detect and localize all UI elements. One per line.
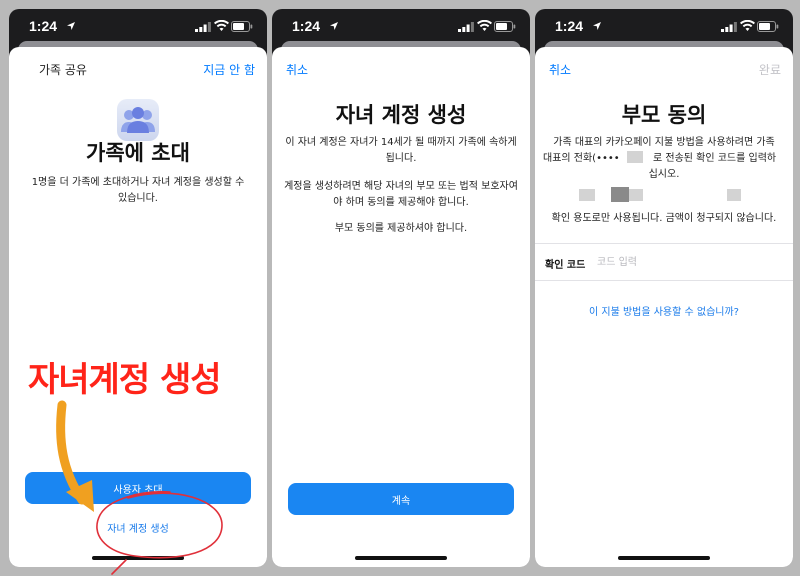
modal-sheet: 취소 자녀 계정 생성 이 자녀 계정은 자녀가 14세가 될 때까지 가족에 … [272, 47, 530, 567]
cellular-signal-icon [458, 22, 474, 32]
location-arrow-icon [330, 22, 338, 30]
modal-sheet: 가족 공유 지금 안 함 가족에 초대 1명을 더 가족에 초대하거나 자녀 계… [9, 47, 267, 567]
status-time: 1:24 [29, 18, 58, 34]
cancel-button[interactable]: 취소 [286, 61, 308, 78]
redacted-info [629, 189, 643, 201]
create-child-account-link[interactable]: 자녀 계정 생성 [9, 520, 267, 535]
nav-title: 가족 공유 [39, 63, 87, 77]
description-line-3: 십시오. [648, 169, 680, 180]
page-title: 가족에 초대 [86, 141, 190, 165]
billing-note: 확인 용도로만 사용됩니다. 금액이 청구되지 않습니다. [551, 213, 777, 224]
location-arrow-icon [593, 22, 601, 30]
cellular-signal-icon [721, 22, 737, 32]
home-indicator [92, 556, 184, 560]
payment-method-unavailable-link[interactable]: 이 지불 방법을 사용할 수 없습니까? [535, 303, 793, 318]
redacted-phone-number [627, 151, 643, 163]
description-line-2-end: 로 전송된 확인 코드를 입력하 [653, 153, 777, 164]
modal-sheet: 취소 완료 부모 동의 가족 대표의 카카오페이 지불 방법을 사용하려면 가족… [535, 47, 793, 567]
phone-screen-family-invite: 1:24 가족 공유 지금 안 함 가족에 초대 1명을 더 가족에 초대하거나… [9, 9, 267, 567]
status-bar: 1:24 [9, 9, 267, 45]
status-time: 1:24 [555, 18, 584, 34]
phone-screen-parental-consent: 1:24 취소 완료 부모 동의 가족 대표의 카카오페이 지불 방법을 사용하… [535, 9, 793, 567]
home-indicator [355, 556, 447, 560]
invite-user-button[interactable]: 사용자 초대 [25, 472, 251, 504]
page-title: 부모 동의 [621, 103, 707, 127]
wifi-icon [214, 20, 229, 31]
description-line-2-start: 대표의 전화(•••• [543, 153, 620, 164]
redacted-info [727, 189, 741, 201]
continue-button[interactable]: 계속 [288, 483, 514, 515]
description-text: 1명을 더 가족에 초대하거나 자녀 계정을 생성할 수 있습니다. [31, 177, 245, 204]
description-paragraph-1: 이 자녀 계정은 자녀가 14세가 될 때까지 가족에 속하게 됩니다. [285, 137, 517, 164]
cancel-button[interactable]: 취소 [549, 61, 571, 78]
done-button[interactable]: 완료 [759, 61, 781, 78]
family-sharing-icon [117, 99, 159, 141]
page-title: 자녀 계정 생성 [335, 103, 467, 127]
battery-icon [231, 21, 253, 32]
description-paragraph-3: 부모 동의를 제공하셔야 합니다. [334, 223, 468, 234]
verification-code-input[interactable] [597, 252, 767, 272]
redacted-info [611, 187, 629, 202]
status-time: 1:24 [292, 18, 321, 34]
cellular-signal-icon [195, 22, 211, 32]
wifi-icon [477, 20, 492, 31]
battery-icon [494, 21, 516, 32]
phone-screen-create-child-account: 1:24 취소 자녀 계정 생성 이 자녀 계정은 자녀가 14세가 될 때까지… [272, 9, 530, 567]
description-line-1: 가족 대표의 카카오페이 지불 방법을 사용하려면 가족 [553, 137, 775, 148]
home-indicator [618, 556, 710, 560]
status-bar: 1:24 [535, 9, 793, 45]
annotation-label: 자녀계정 생성 [26, 358, 225, 403]
wifi-icon [740, 20, 755, 31]
battery-icon [757, 21, 779, 32]
divider [535, 243, 793, 244]
location-arrow-icon [67, 22, 75, 30]
status-bar: 1:24 [272, 9, 530, 45]
not-now-button[interactable]: 지금 안 함 [203, 61, 255, 78]
description-paragraph-2: 계정을 생성하려면 해당 자녀의 부모 또는 법적 보호자여야 하며 동의를 제… [284, 181, 518, 208]
verification-code-label: 확인 코드 [545, 260, 586, 271]
redacted-info [579, 189, 595, 201]
divider [535, 280, 793, 281]
